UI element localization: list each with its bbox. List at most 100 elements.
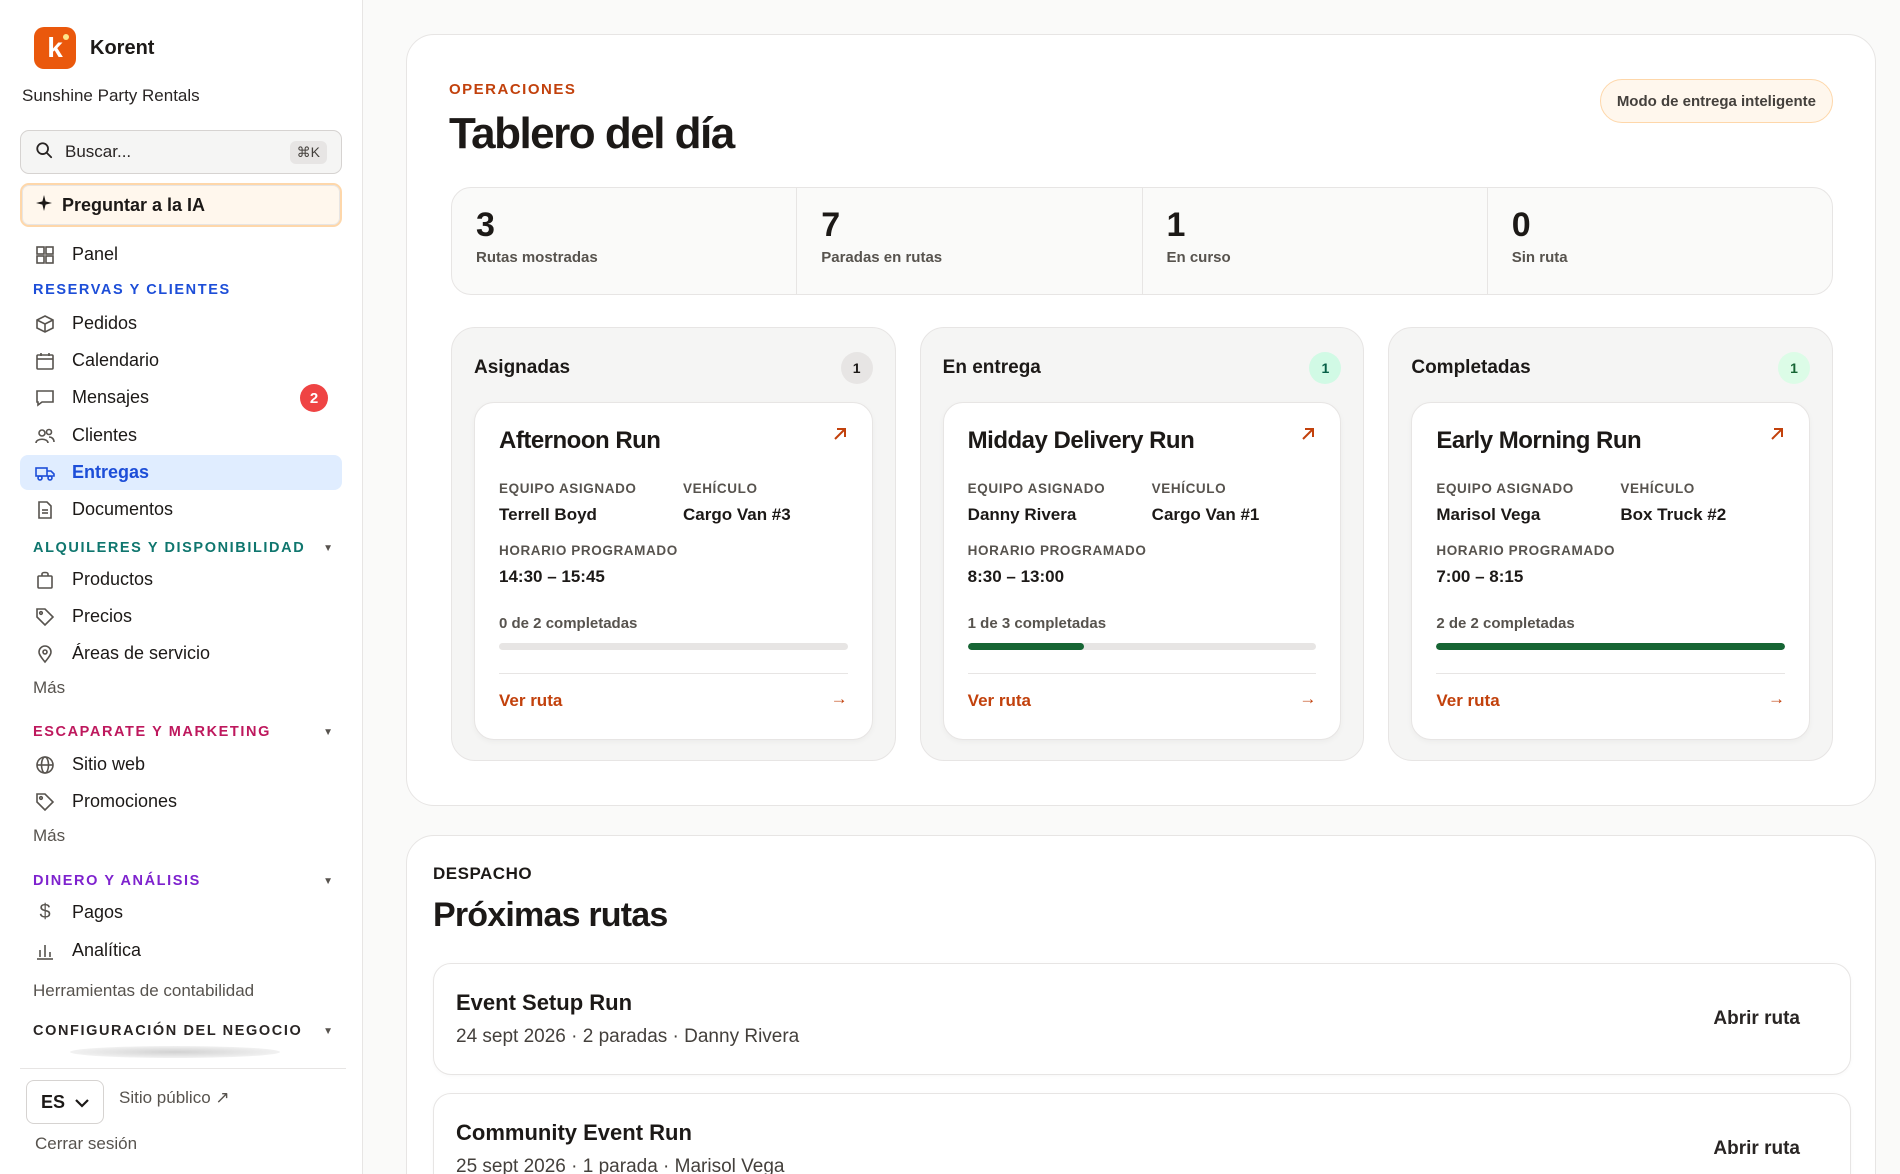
sidebar-item-promociones[interactable]: Promociones <box>20 784 342 819</box>
card-divider <box>1436 673 1786 674</box>
search-placeholder: Buscar... <box>65 142 132 161</box>
search-input[interactable]: Buscar... ⌘K <box>20 130 342 174</box>
route-card[interactable]: Early Morning Run EQUIPO ASIGNADO VEHÍCU… <box>1411 402 1811 740</box>
search-shortcut: ⌘K <box>289 140 327 164</box>
dispatch-eyebrow: DESPACHO <box>433 864 533 883</box>
view-route-link[interactable]: Ver ruta <box>968 691 1031 711</box>
sidebar-item-areas[interactable]: Áreas de servicio <box>20 636 342 671</box>
sidebar-item-pedidos[interactable]: Pedidos <box>20 306 342 341</box>
sidebar-item-label: Sitio web <box>72 754 146 774</box>
section-label: ESCAPARATE Y MARKETING <box>33 724 271 740</box>
sidebar-item-label: Pagos <box>72 902 124 922</box>
section-reservas: RESERVAS Y CLIENTES <box>33 282 333 298</box>
language-value: ES <box>40 1091 65 1112</box>
arrow-right-icon[interactable]: → <box>1768 689 1785 709</box>
sidebar-item-clientes[interactable]: Clientes <box>20 418 342 453</box>
grid-icon <box>34 244 56 266</box>
arrow-up-right-icon[interactable] <box>832 425 848 448</box>
sidebar-item-analitica[interactable]: Analítica <box>20 933 342 968</box>
upcoming-route-row[interactable]: Event Setup Run 24 sept 2026 · 2 paradas… <box>433 963 1851 1075</box>
section-label: CONFIGURACIÓN DEL NEGOCIO <box>33 1023 303 1039</box>
stat-label: Rutas mostradas <box>476 249 598 266</box>
upcoming-route-row[interactable]: Community Event Run 25 sept 2026 · 1 par… <box>433 1093 1851 1174</box>
progress-bar <box>1436 643 1786 650</box>
users-icon <box>34 425 56 447</box>
sidebar-item-label: Mensajes <box>72 387 150 407</box>
column-in-delivery: En entrega 1 Midday Delivery Run EQUIPO … <box>919 327 1365 761</box>
column-title: En entrega <box>942 357 1041 378</box>
arrow-up-right-icon[interactable] <box>1300 425 1316 448</box>
truck-icon <box>34 462 56 484</box>
dollar-icon: $ <box>39 901 51 923</box>
accounting-tools-link[interactable]: Herramientas de contabilidad <box>33 981 254 1001</box>
page-title: Tablero del día <box>449 109 735 158</box>
scroll-fade <box>70 1046 280 1058</box>
sidebar-item-label: Productos <box>72 569 154 589</box>
section-configuracion[interactable]: CONFIGURACIÓN DEL NEGOCIO ▼ <box>33 1023 333 1039</box>
sidebar-item-productos[interactable]: Productos <box>20 562 342 597</box>
bag-icon <box>34 569 56 591</box>
public-site-link[interactable]: Sitio público ↗ <box>119 1088 230 1108</box>
sidebar-item-calendario[interactable]: Calendario <box>20 343 342 378</box>
sidebar-item-documentos[interactable]: Documentos <box>20 492 342 527</box>
calendar-icon <box>34 350 56 372</box>
route-card[interactable]: Afternoon Run EQUIPO ASIGNADO VEHÍCULO T… <box>474 402 873 740</box>
progress-text: 0 de 2 completadas <box>499 615 638 632</box>
arrow-up-right-icon[interactable] <box>1769 425 1785 448</box>
column-assigned: Asignadas 1 Afternoon Run EQUIPO ASIGNAD… <box>451 327 896 761</box>
brand-name: Korent <box>90 36 155 59</box>
unread-badge: 2 <box>300 384 328 412</box>
section-escaparate[interactable]: ESCAPARATE Y MARKETING ▼ <box>33 724 333 740</box>
smart-delivery-mode-button[interactable]: Modo de entrega inteligente <box>1599 79 1833 123</box>
route-name: Event Setup Run <box>456 990 633 1015</box>
section-label: RESERVAS Y CLIENTES <box>33 282 231 298</box>
schedule-label: HORARIO PROGRAMADO <box>499 543 678 558</box>
view-route-link[interactable]: Ver ruta <box>1436 691 1499 711</box>
brand[interactable]: k Korent <box>34 27 154 69</box>
sidebar-item-label: Precios <box>72 606 133 626</box>
section-dinero[interactable]: DINERO Y ANÁLISIS ▼ <box>33 873 333 889</box>
more-link[interactable]: Más <box>33 826 65 846</box>
logout-link[interactable]: Cerrar sesión <box>35 1134 137 1154</box>
sidebar-item-sitio[interactable]: Sitio web <box>20 747 342 782</box>
arrow-right-icon[interactable]: → <box>831 689 848 709</box>
ask-ai-button[interactable]: Preguntar a la IA <box>20 183 342 227</box>
sidebar: k Korent Sunshine Party Rentals Buscar..… <box>0 0 363 1174</box>
schedule-value: 8:30 – 13:00 <box>967 567 1065 586</box>
column-count: 1 <box>1778 352 1811 384</box>
route-meta: 25 sept 2026 · 1 parada · Marisol Vega <box>456 1156 785 1174</box>
vehicle-label: VEHÍCULO <box>683 481 758 496</box>
ask-ai-label: Preguntar a la IA <box>62 194 206 215</box>
view-route-link[interactable]: Ver ruta <box>499 691 562 711</box>
tag-icon <box>34 791 56 813</box>
progress-text: 2 de 2 completadas <box>1436 615 1575 632</box>
open-route-button[interactable]: Abrir ruta <box>1713 1138 1800 1160</box>
stat-label: En curso <box>1166 249 1231 266</box>
section-alquileres[interactable]: ALQUILERES Y DISPONIBILIDAD ▼ <box>33 540 333 556</box>
stats-bar: 3 Rutas mostradas 7 Paradas en rutas 1 E… <box>451 187 1833 295</box>
route-name: Community Event Run <box>456 1120 692 1145</box>
progress-fill <box>967 643 1084 650</box>
route-card[interactable]: Midday Delivery Run EQUIPO ASIGNADO VEHÍ… <box>942 402 1342 740</box>
route-name: Afternoon Run <box>499 427 661 454</box>
sidebar-item-pagos[interactable]: $ Pagos <box>20 895 342 930</box>
column-count: 1 <box>840 352 873 384</box>
column-title: Completadas <box>1411 357 1531 378</box>
open-route-button[interactable]: Abrir ruta <box>1713 1008 1800 1030</box>
progress-fill <box>1436 643 1786 650</box>
sidebar-item-panel[interactable]: Panel <box>20 237 342 272</box>
progress-bar <box>499 643 848 650</box>
more-link[interactable]: Más <box>33 678 65 698</box>
chevron-down-icon: ▼ <box>323 1025 333 1037</box>
column-completed: Completadas 1 Early Morning Run EQUIPO A… <box>1388 327 1834 761</box>
language-select[interactable]: ES <box>26 1080 104 1124</box>
sidebar-item-entregas[interactable]: Entregas <box>20 455 342 490</box>
column-title: Asignadas <box>474 357 571 378</box>
schedule-value: 7:00 – 8:15 <box>1436 567 1524 586</box>
sidebar-item-mensajes[interactable]: Mensajes 2 <box>20 380 342 415</box>
schedule-label: HORARIO PROGRAMADO <box>1436 543 1616 558</box>
team-label: EQUIPO ASIGNADO <box>967 481 1106 496</box>
sidebar-item-precios[interactable]: Precios <box>20 599 342 634</box>
arrow-right-icon[interactable]: → <box>1299 689 1316 709</box>
section-label: ALQUILERES Y DISPONIBILIDAD <box>33 540 306 556</box>
